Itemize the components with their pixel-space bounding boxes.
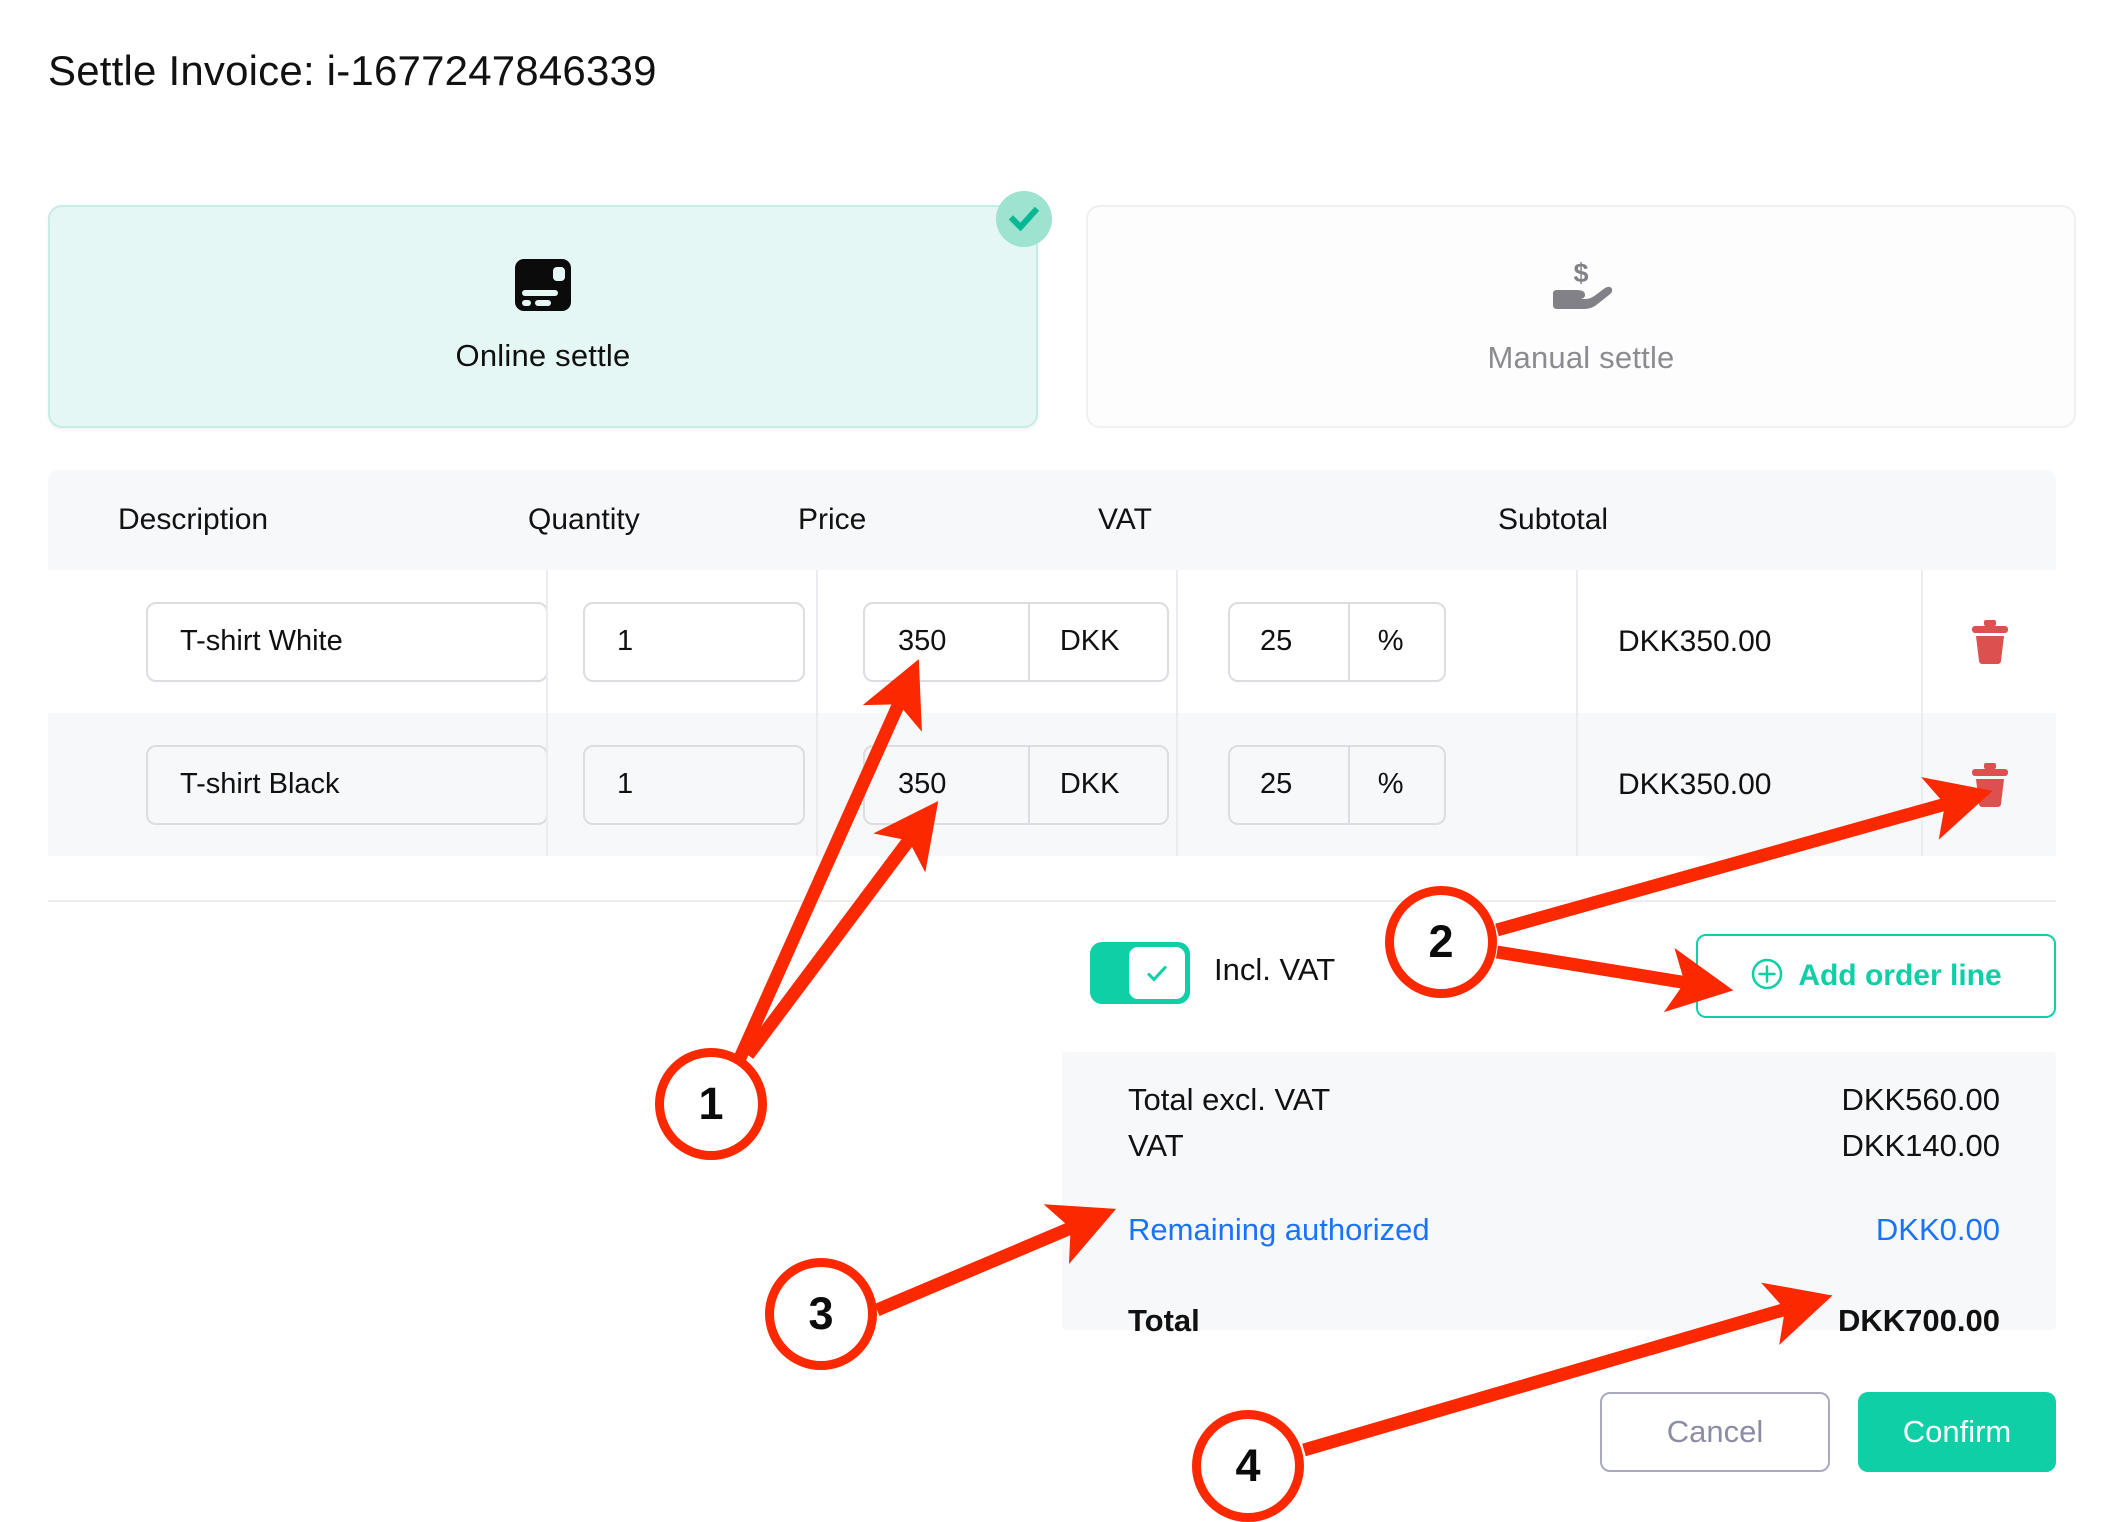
- summary-row-vat: VAT DKK140.00: [1128, 1128, 2000, 1164]
- cell-quantity: 1: [548, 570, 818, 713]
- trash-icon[interactable]: [1968, 761, 2012, 809]
- cell-description: T-shirt White: [48, 570, 548, 713]
- price-currency-select[interactable]: DKK: [1027, 746, 1167, 823]
- cell-price: 350 DKK: [818, 570, 1178, 713]
- price-field-group[interactable]: 350 DKK: [863, 601, 1169, 682]
- price-input[interactable]: 350: [865, 747, 1028, 823]
- price-field-group[interactable]: 350 DKK: [863, 744, 1169, 825]
- subtotal-value: DKK350.00: [1618, 767, 1772, 801]
- column-header-description: Description: [118, 503, 269, 536]
- description-input[interactable]: T-shirt White: [146, 601, 548, 682]
- summary-row-total-excl-vat: Total excl. VAT DKK560.00: [1128, 1082, 2000, 1118]
- cell-subtotal: DKK350.00: [1578, 713, 1923, 856]
- cell-vat: 25 %: [1178, 570, 1578, 713]
- price-input[interactable]: 350: [865, 604, 1028, 680]
- summary-row-remaining-authorized[interactable]: Remaining authorized DKK0.00: [1128, 1212, 2000, 1248]
- settlement-method-group: Online settle $ Manual settle: [48, 191, 2076, 430]
- subtotal-value: DKK350.00: [1618, 624, 1772, 658]
- svg-text:$: $: [1573, 258, 1588, 288]
- summary-value: DKK560.00: [1841, 1082, 2000, 1117]
- summary-label: Total excl. VAT: [1128, 1082, 1331, 1117]
- trash-icon[interactable]: [1968, 618, 2012, 666]
- cell-subtotal: DKK350.00: [1578, 570, 1923, 713]
- column-header-subtotal: Subtotal: [1498, 503, 1609, 536]
- vat-unit-label: %: [1347, 603, 1444, 680]
- annotation-marker-3: 3: [765, 1258, 877, 1370]
- price-currency-select[interactable]: DKK: [1027, 603, 1167, 680]
- method-card-manual[interactable]: $ Manual settle: [1086, 205, 2076, 428]
- vat-unit-label: %: [1347, 746, 1444, 823]
- incl-vat-toggle[interactable]: [1090, 942, 1190, 1004]
- quantity-input[interactable]: 1: [583, 601, 805, 682]
- table-bottom-divider: [48, 900, 2056, 902]
- circle-plus-icon: [1750, 957, 1784, 996]
- toggle-knob: [1129, 947, 1185, 999]
- cell-delete: [1923, 713, 2056, 856]
- summary-label: Total: [1128, 1303, 1200, 1338]
- dialog-footer: Cancel Confirm: [1600, 1392, 2056, 1472]
- column-header-price: Price: [798, 503, 867, 536]
- summary-value: DKK700.00: [1838, 1303, 2000, 1338]
- table-header-row: Description Quantity Price VAT Subtotal: [48, 470, 2056, 570]
- selected-check-icon: [996, 191, 1052, 247]
- hand-money-icon: $: [1547, 257, 1615, 318]
- column-header-vat: VAT: [1098, 503, 1152, 536]
- cell-quantity: 1: [548, 713, 818, 856]
- annotation-marker-4: 4: [1192, 1410, 1304, 1522]
- summary-value: DKK140.00: [1841, 1128, 2000, 1163]
- summary-panel: Total excl. VAT DKK560.00 VAT DKK140.00 …: [1062, 1052, 2056, 1338]
- summary-label[interactable]: Remaining authorized: [1128, 1212, 1430, 1248]
- cell-vat: 25 %: [1178, 713, 1578, 856]
- method-label-online: Online settle: [455, 338, 631, 373]
- cell-delete: [1923, 570, 2056, 713]
- summary-row-total: Total DKK700.00: [1128, 1303, 2000, 1339]
- summary-value[interactable]: DKK0.00: [1876, 1212, 2000, 1248]
- quantity-input[interactable]: 1: [583, 744, 805, 825]
- column-header-quantity: Quantity: [528, 503, 640, 536]
- confirm-button[interactable]: Confirm: [1858, 1392, 2056, 1472]
- table-row: T-shirt White 1 350 DKK 25 % DKK350.00: [48, 570, 2056, 713]
- cell-description: T-shirt Black: [48, 713, 548, 856]
- vat-field-group[interactable]: 25 %: [1228, 744, 1446, 825]
- order-controls: Incl. VAT Add order line: [1090, 934, 2056, 1024]
- summary-label: VAT: [1128, 1128, 1184, 1163]
- vat-field-group[interactable]: 25 %: [1228, 601, 1446, 682]
- settle-invoice-page: Settle Invoice: i-1677247846339 Online s…: [0, 0, 2104, 1522]
- order-lines-table: Description Quantity Price VAT Subtotal …: [48, 470, 2056, 856]
- check-icon: [1146, 965, 1168, 982]
- method-card-online[interactable]: Online settle: [48, 191, 1052, 428]
- credit-card-icon: [515, 259, 571, 316]
- add-order-line-button[interactable]: Add order line: [1696, 934, 2056, 1018]
- incl-vat-label: Incl. VAT: [1214, 952, 1336, 987]
- vat-input[interactable]: 25: [1230, 747, 1348, 823]
- table-row: T-shirt Black 1 350 DKK 25 % DKK350.00: [48, 713, 2056, 856]
- cell-price: 350 DKK: [818, 713, 1178, 856]
- vat-input[interactable]: 25: [1230, 604, 1348, 680]
- page-title: Settle Invoice: i-1677247846339: [48, 47, 657, 94]
- description-input[interactable]: T-shirt Black: [146, 744, 548, 825]
- annotation-marker-1: 1: [655, 1048, 767, 1160]
- method-label-manual: Manual settle: [1487, 340, 1675, 375]
- cancel-button[interactable]: Cancel: [1600, 1392, 1830, 1472]
- add-order-line-label: Add order line: [1798, 959, 2002, 992]
